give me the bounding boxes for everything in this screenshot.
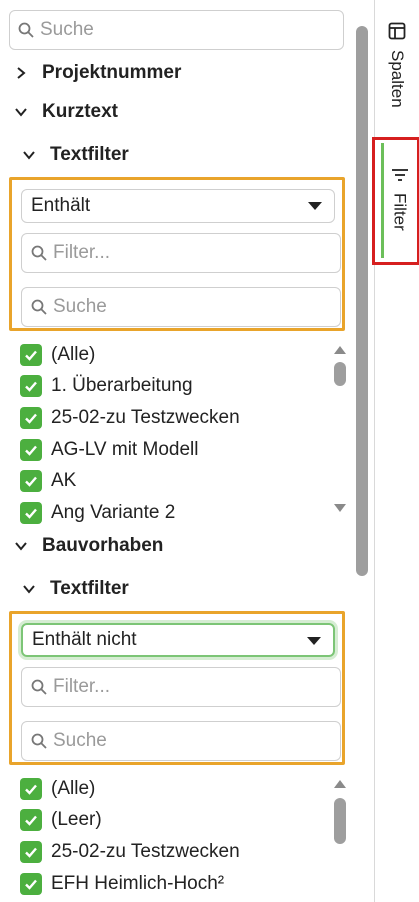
chevron-down-icon [23,585,35,594]
list-item[interactable]: AK [20,465,330,497]
checkbox-checked-icon[interactable] [20,809,42,832]
list-item[interactable]: (Leer) [20,805,330,837]
filter-icon [391,169,408,181]
search-icon [31,299,47,315]
side-rail: Spalten Filter [372,0,419,902]
kurztext-list-scrollbar[interactable] [333,346,347,518]
chevron-down-icon [15,542,27,551]
filter-placeholder: Filter... [53,242,111,263]
scroll-up-arrow-icon[interactable] [334,780,346,788]
checkbox-checked-icon[interactable] [20,375,42,398]
search-icon [18,22,34,38]
filter-placeholder: Filter... [53,676,111,697]
bauvorhaben-value-list: (Alle) (Leer) 25-02-zu Testzwecken EFH H… [20,773,330,899]
list-item[interactable]: 25-02-zu Testzwecken [20,836,330,868]
chevron-down-icon [23,151,35,160]
tab-filter[interactable]: Filter [372,137,419,265]
list-item-label: 1. Überarbeitung [51,375,193,397]
table-columns-icon [388,22,406,40]
textfilter-label: Textfilter [50,578,129,599]
kurztext-filter-box: Enthält Filter... Suche [9,177,345,331]
list-item[interactable]: (Alle) [20,773,330,805]
list-item[interactable]: EFH Heimlich-Hoch² [20,868,330,900]
group-label: Projektnummer [42,62,182,83]
scroll-down-arrow-icon[interactable] [334,504,346,512]
dropdown-caret-icon [308,202,322,210]
operator-value: Enthält [31,195,91,216]
tab-label: Filter [390,193,410,231]
chevron-right-icon [17,67,26,79]
bauvorhaben-list-scrollbar[interactable] [333,780,347,900]
list-item[interactable]: 1. Überarbeitung [20,371,330,403]
scroll-thumb[interactable] [334,798,346,844]
list-item-label: (Alle) [51,343,96,365]
operator-select[interactable]: Enthält [21,189,335,223]
list-item-label: AG-LV mit Modell [51,438,199,460]
textfilter-label: Textfilter [50,144,129,165]
search-placeholder: Suche [53,730,107,751]
bauvorhaben-filter-box: Enthält nicht Filter... Suche [9,611,345,765]
tab-label: Spalten [388,50,407,108]
search-placeholder: Suche [53,296,107,317]
scroll-up-arrow-icon[interactable] [334,346,346,354]
group-header-kurztext[interactable]: Kurztext [14,99,118,125]
scroll-thumb[interactable] [334,362,346,386]
value-search-input[interactable]: Suche [21,721,341,761]
filter-input[interactable]: Filter... [21,667,341,707]
filter-tool-panel: Suche Projektnummer Kurztext Textfilter … [0,0,374,902]
panel-scrollbar[interactable] [356,26,368,576]
global-search-input[interactable]: Suche [9,10,344,50]
list-item-label: (Alle) [51,777,96,799]
checkbox-checked-icon[interactable] [20,872,42,895]
group-header-bauvorhaben[interactable]: Bauvorhaben [14,533,163,559]
list-item[interactable]: Ang Variante 2 [20,497,330,529]
group-label: Kurztext [42,101,119,122]
filter-input[interactable]: Filter... [21,233,341,273]
list-item-label: EFH Heimlich-Hoch² [51,872,225,894]
search-icon [31,679,47,695]
checkbox-checked-icon[interactable] [20,470,42,493]
search-placeholder: Suche [40,19,94,40]
textfilter-header-kurztext[interactable]: Textfilter [22,142,129,168]
tab-spalten[interactable]: Spalten [375,22,419,108]
list-item-label: 25-02-zu Testzwecken [51,840,240,862]
list-item[interactable]: AG-LV mit Modell [20,434,330,466]
checkbox-checked-icon[interactable] [20,840,42,863]
checkbox-checked-icon[interactable] [20,438,42,461]
search-icon [31,245,47,261]
value-search-input[interactable]: Suche [21,287,341,327]
list-item-label: Ang Variante 2 [51,501,176,523]
search-icon [31,733,47,749]
textfilter-header-bauvorhaben[interactable]: Textfilter [22,576,129,602]
checkbox-checked-icon[interactable] [20,343,42,366]
group-header-projektnummer[interactable]: Projektnummer [14,60,181,86]
list-item[interactable]: (Alle) [20,339,330,371]
group-label: Bauvorhaben [42,535,164,556]
checkbox-checked-icon[interactable] [20,406,42,429]
list-item-label: AK [51,470,77,492]
list-item[interactable]: 25-02-zu Testzwecken [20,402,330,434]
operator-select[interactable]: Enthält nicht [21,623,335,657]
chevron-down-icon [15,108,27,117]
list-item-label: (Leer) [51,809,102,831]
checkbox-checked-icon[interactable] [20,501,42,524]
dropdown-caret-icon [307,637,321,645]
operator-value: Enthält nicht [32,629,137,650]
kurztext-value-list: (Alle) 1. Überarbeitung 25-02-zu Testzwe… [20,339,330,529]
list-item-label: 25-02-zu Testzwecken [51,406,240,428]
checkbox-checked-icon[interactable] [20,777,42,800]
